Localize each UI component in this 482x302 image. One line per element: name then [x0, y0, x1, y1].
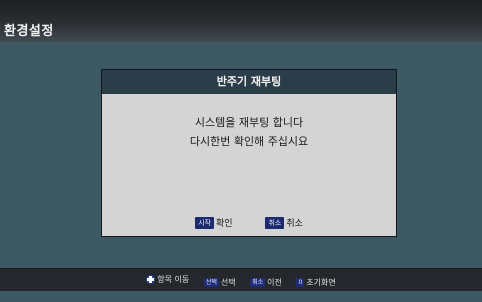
directional-pad-icon — [146, 275, 156, 284]
dialog-title: 반주기 재부팅 — [102, 70, 396, 94]
select-key-badge: 선택 — [203, 278, 219, 287]
home-key-badge: 0 — [296, 278, 305, 287]
dialog-message-line-1: 시스템을 재부팅 합니다 — [194, 116, 304, 129]
hint-back: 취소 이전 — [250, 277, 282, 288]
hint-home: 0 초기화면 — [296, 277, 336, 288]
bottom-strip — [0, 291, 482, 302]
hint-back-label: 이전 — [267, 278, 282, 287]
dialog-message-line-2: 다시한번 확인해 주십시요 — [189, 135, 309, 148]
page-title: 환경설정 — [4, 24, 54, 39]
hint-select: 선택 선택 — [203, 277, 236, 288]
confirm-button[interactable]: 시작 확인 — [195, 216, 233, 229]
hint-home-label: 초기화면 — [306, 278, 336, 287]
confirm-key-badge: 시작 — [195, 216, 214, 229]
confirm-label: 확인 — [216, 219, 233, 229]
reboot-dialog: 반주기 재부팅 시스템을 재부팅 합니다 다시한번 확인해 주십시요 시작 확인… — [101, 69, 397, 237]
hint-move: 항목 이동 — [146, 274, 189, 285]
cancel-label: 취소 — [286, 219, 303, 229]
hint-select-label: 선택 — [220, 278, 236, 287]
bottom-hint-bar: 항목 이동 선택 선택 취소 이전 0 초기화면 — [0, 268, 482, 291]
top-bar: 환경설정 — [0, 0, 482, 42]
dialog-buttons: 시작 확인 취소 취소 — [102, 216, 396, 229]
hint-move-label: 항목 이동 — [157, 275, 190, 284]
cancel-button[interactable]: 취소 취소 — [265, 216, 303, 229]
cancel-key-badge: 취소 — [265, 216, 285, 229]
back-key-badge: 취소 — [250, 278, 266, 287]
